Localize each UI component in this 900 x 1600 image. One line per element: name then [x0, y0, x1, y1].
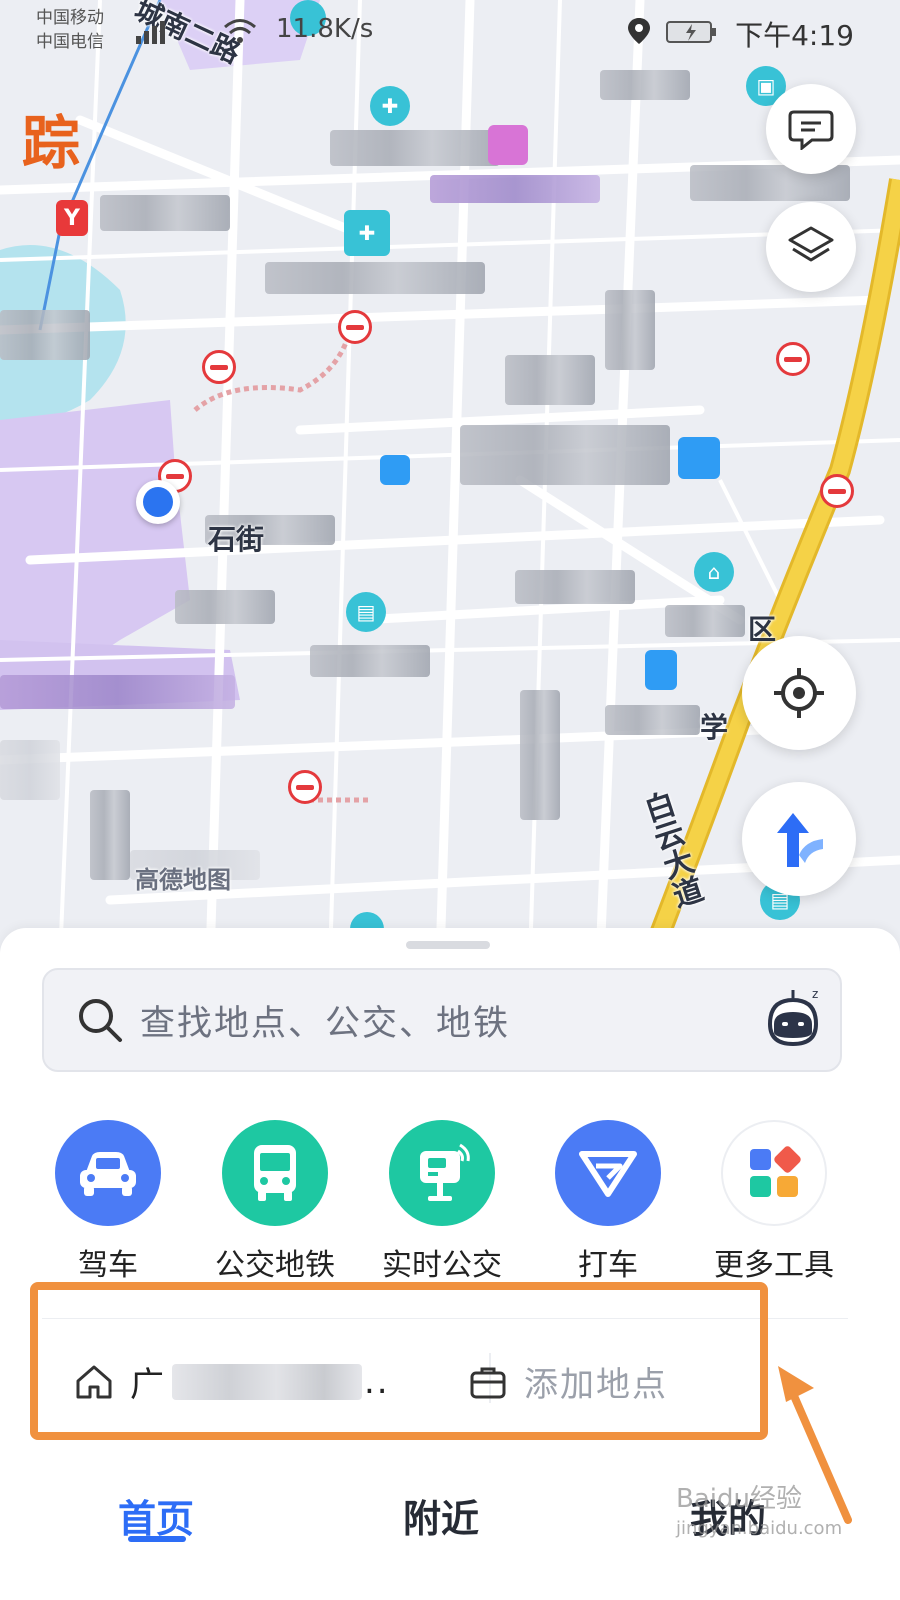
watermark: Baidu经验 jingyan.baidu.com — [676, 1484, 842, 1544]
active-tab-indicator — [128, 1536, 186, 1542]
signal-icon — [136, 21, 165, 44]
blurred-map-label — [520, 690, 560, 820]
blurred-map-label — [0, 675, 235, 709]
tool-more-label: 更多工具 — [714, 1248, 834, 1283]
watermark-line2: jingyan.baidu.com — [676, 1518, 843, 1539]
map-attribution: 高德地图 — [135, 866, 231, 894]
tool-realtime-bus-circle — [389, 1120, 495, 1226]
crosshair-icon — [774, 668, 824, 718]
chat-icon — [788, 110, 834, 150]
blurred-map-label — [175, 590, 275, 624]
blurred-map-label — [265, 262, 485, 294]
tab-home[interactable]: 首页 — [118, 1488, 194, 1543]
blurred-map-label — [605, 705, 700, 735]
tool-drive-circle — [55, 1120, 161, 1226]
search-bar[interactable]: 查找地点、公交、地铁 z — [42, 968, 842, 1072]
poi-school-icon[interactable]: ▤ — [346, 592, 386, 632]
network-speed: 11.8K/s — [276, 14, 374, 44]
no-entry-icon[interactable] — [338, 310, 372, 344]
poi-residence-icon[interactable]: ⌂ — [694, 552, 734, 592]
tool-transit-label: 公交地铁 — [215, 1248, 335, 1283]
no-entry-icon[interactable] — [288, 770, 322, 804]
blurred-map-label — [100, 195, 230, 231]
taxi-icon — [579, 1151, 637, 1197]
status-bar: 中国移动 中国电信 11.8K/s 下午4:19 — [0, 0, 900, 64]
locate-me-button[interactable] — [742, 636, 856, 750]
tool-transit-button[interactable]: 公交地铁 — [195, 1120, 355, 1284]
blurred-map-label — [515, 570, 635, 604]
route-button[interactable] — [742, 782, 856, 896]
wifi-icon — [224, 19, 256, 43]
map-view[interactable]: 中国移动 中国电信 11.8K/s 下午4:19 踪 ✚ ▣ ✚ ⌂ ▤ ▤ Y… — [0, 0, 900, 960]
apps-grid-icon — [750, 1146, 801, 1197]
search-placeholder: 查找地点、公交、地铁 — [140, 1003, 511, 1044]
route-arrow-icon — [777, 813, 823, 867]
poi-marker-icon[interactable] — [645, 650, 677, 690]
bus-icon — [254, 1145, 296, 1201]
tool-taxi-button[interactable]: 打车 — [528, 1120, 688, 1284]
blurred-map-label — [665, 605, 745, 637]
blurred-map-label — [0, 740, 60, 800]
blurred-map-label — [0, 310, 90, 360]
tool-drive-button[interactable]: 驾车 — [28, 1120, 188, 1284]
tab-nearby[interactable]: 附近 — [403, 1488, 479, 1543]
bus-stop-icon — [420, 1143, 470, 1201]
tool-more-button[interactable]: 更多工具 — [694, 1120, 854, 1284]
location-status-icon — [628, 18, 650, 44]
poi-marker-icon[interactable] — [678, 437, 720, 479]
blurred-map-label — [460, 425, 670, 485]
blurred-map-label — [505, 355, 595, 405]
carrier-2: 中国电信 — [36, 32, 104, 52]
blurred-map-label — [310, 645, 430, 677]
car-icon — [80, 1152, 136, 1196]
blurred-map-label — [605, 290, 655, 370]
voice-assistant-icon[interactable]: z — [760, 986, 826, 1052]
no-entry-icon[interactable] — [820, 474, 854, 508]
sheet-drag-handle[interactable] — [406, 941, 490, 949]
metro-station-icon[interactable]: Y — [56, 200, 88, 236]
layers-icon — [788, 226, 834, 262]
blurred-map-label — [90, 790, 130, 880]
poi-shopping-icon[interactable] — [488, 125, 528, 165]
search-icon — [79, 999, 122, 1042]
battery-icon — [666, 21, 716, 43]
annotation-highlight-box — [30, 1282, 768, 1440]
tool-realtime-bus-button[interactable]: 实时公交 — [362, 1120, 522, 1284]
blurred-map-label — [600, 70, 690, 100]
watermark-line1: Baidu经验 — [676, 1484, 802, 1514]
no-entry-icon[interactable] — [776, 342, 810, 376]
tool-drive-label: 驾车 — [78, 1248, 138, 1283]
tool-taxi-label: 打车 — [578, 1248, 638, 1283]
road-label-school: 学 — [700, 711, 729, 744]
tool-more-circle — [721, 1120, 827, 1226]
tool-taxi-circle — [555, 1120, 661, 1226]
no-entry-icon[interactable] — [202, 350, 236, 384]
clock: 下午4:19 — [735, 19, 854, 52]
layers-button[interactable] — [766, 202, 856, 292]
poi-marker-icon[interactable] — [380, 455, 410, 485]
blurred-map-label — [430, 175, 600, 203]
poi-hospital-icon[interactable]: ✚ — [370, 86, 410, 126]
blurred-map-label — [330, 130, 500, 166]
feedback-button[interactable] — [766, 84, 856, 174]
brand-mark: 踪 — [22, 109, 80, 177]
carrier-info: 中国移动 中国电信 — [36, 6, 104, 54]
svg-text:z: z — [812, 987, 818, 1001]
tool-transit-circle — [222, 1120, 328, 1226]
quick-tools: 驾车 公交地铁 实时公交 打车 更多工具 — [0, 1120, 900, 1290]
road-label-area: 石街 — [208, 523, 265, 556]
poi-hospital-icon[interactable]: ✚ — [344, 210, 390, 256]
tool-realtime-bus-label: 实时公交 — [382, 1248, 502, 1283]
carrier-1: 中国移动 — [36, 8, 104, 28]
current-location-marker — [136, 480, 180, 524]
